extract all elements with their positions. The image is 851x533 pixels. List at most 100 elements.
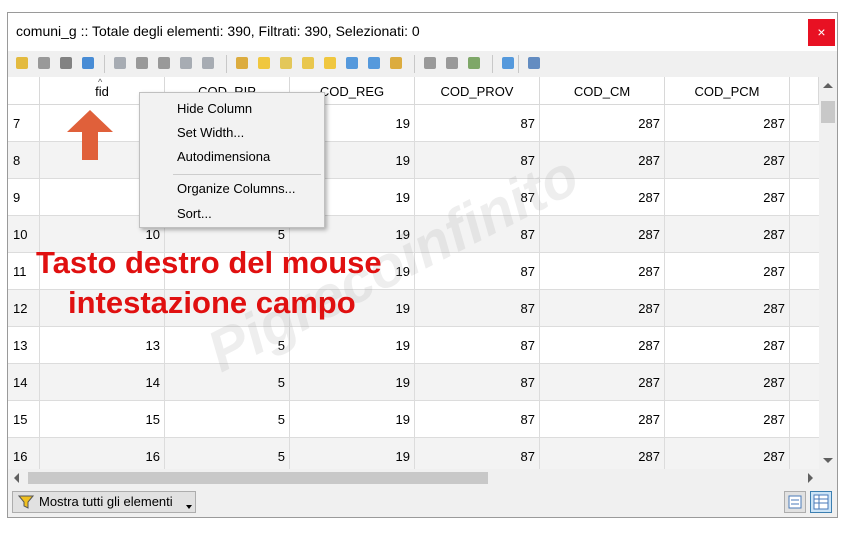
table-cell[interactable]: 87 (415, 327, 540, 363)
row-number[interactable]: 9 (8, 179, 40, 215)
conditional-format-icon[interactable] (500, 55, 516, 71)
toolbar-separator (518, 55, 519, 73)
table-cell[interactable]: 287 (665, 290, 790, 326)
new-field-icon[interactable] (422, 55, 438, 71)
table-cell[interactable]: 87 (415, 290, 540, 326)
menu-separator (173, 174, 321, 175)
table-cell[interactable]: 287 (665, 179, 790, 215)
table-cell[interactable]: 87 (415, 105, 540, 141)
toolbar-separator (492, 55, 493, 73)
toolbar-separator (414, 55, 415, 73)
reload-icon[interactable] (80, 55, 96, 71)
dock-icon[interactable] (526, 55, 542, 71)
close-button[interactable]: × (808, 19, 835, 46)
table-cell[interactable]: 287 (540, 290, 665, 326)
table-cell[interactable]: 19 (290, 364, 415, 400)
table-cell[interactable]: 287 (665, 142, 790, 178)
table-cell[interactable]: 5 (165, 438, 290, 469)
table-row[interactable]: 16 16 5 19 87 287 287 (8, 438, 819, 469)
table-cell[interactable]: 287 (665, 216, 790, 252)
row-number[interactable]: 7 (8, 105, 40, 141)
scroll-up-icon[interactable] (823, 83, 833, 88)
cut-icon[interactable] (156, 55, 172, 71)
row-number[interactable]: 8 (8, 142, 40, 178)
scroll-thumb[interactable] (821, 101, 835, 123)
table-cell[interactable]: 287 (540, 401, 665, 437)
table-cell[interactable]: 287 (540, 327, 665, 363)
menu-item-set-width[interactable]: Set Width... (177, 125, 244, 140)
table-cell[interactable]: 19 (290, 401, 415, 437)
pan-icon[interactable] (366, 55, 382, 71)
table-cell[interactable]: 287 (540, 216, 665, 252)
scroll-right-icon[interactable] (808, 473, 813, 483)
table-cell[interactable]: 87 (415, 401, 540, 437)
row-number[interactable]: 16 (8, 438, 40, 469)
toolbar (8, 51, 837, 77)
delete-field-icon[interactable] (444, 55, 460, 71)
table-row[interactable]: 14 14 5 19 87 287 287 (8, 364, 819, 401)
row-number[interactable]: 13 (8, 327, 40, 363)
column-header-cod-prov[interactable]: COD_PROV (415, 77, 540, 105)
table-row[interactable]: 15 15 5 19 87 287 287 (8, 401, 819, 438)
horizontal-scrollbar[interactable] (8, 469, 819, 487)
menu-item-hide-column[interactable]: Hide Column (177, 101, 252, 116)
table-cell[interactable]: 87 (415, 364, 540, 400)
table-cell[interactable]: 287 (540, 364, 665, 400)
form-view-button[interactable] (784, 491, 806, 513)
table-cell[interactable]: 16 (40, 438, 165, 469)
multi-edit-icon[interactable] (36, 55, 52, 71)
table-cell[interactable]: 14 (40, 364, 165, 400)
table-row[interactable]: 13 13 5 19 87 287 287 (8, 327, 819, 364)
table-row[interactable]: 9 19 87 287 287 (8, 179, 819, 216)
form-view-icon (788, 495, 802, 509)
show-features-button[interactable]: Mostra tutti gli elementi (12, 491, 196, 513)
toolbar-separator (226, 55, 227, 73)
row-number[interactable]: 12 (8, 290, 40, 326)
table-cell[interactable]: 287 (540, 438, 665, 469)
column-header-overflow[interactable] (790, 77, 819, 105)
invert-selection-icon[interactable] (278, 55, 294, 71)
paste-icon[interactable] (200, 55, 216, 71)
table-cell[interactable]: 287 (665, 401, 790, 437)
table-cell[interactable]: 287 (665, 327, 790, 363)
column-header-cod-cm[interactable]: COD_CM (540, 77, 665, 105)
table-row[interactable]: 7 19 87 287 287 (8, 105, 819, 142)
save-icon[interactable] (58, 55, 74, 71)
zoom-icon[interactable] (388, 55, 404, 71)
column-header-cod-pcm[interactable]: COD_PCM (665, 77, 790, 105)
table-cell[interactable]: 287 (665, 105, 790, 141)
select-all-icon[interactable] (256, 55, 272, 71)
pencil-icon[interactable] (14, 55, 30, 71)
menu-item-organize-columns[interactable]: Organize Columns... (177, 181, 296, 196)
scroll-down-icon[interactable] (823, 458, 833, 463)
scroll-left-icon[interactable] (14, 473, 19, 483)
table-cell[interactable]: 19 (290, 438, 415, 469)
move-top-icon[interactable] (344, 55, 360, 71)
table-view-button[interactable] (810, 491, 832, 513)
table-cell[interactable]: 287 (540, 253, 665, 289)
table-cell[interactable]: 13 (40, 327, 165, 363)
table-cell[interactable]: 287 (665, 364, 790, 400)
copy-icon[interactable] (178, 55, 194, 71)
field-calculator-icon[interactable] (466, 55, 482, 71)
table-cell[interactable]: 5 (165, 401, 290, 437)
row-number[interactable]: 15 (8, 401, 40, 437)
hscroll-thumb[interactable] (28, 472, 488, 484)
table-cell[interactable]: 15 (40, 401, 165, 437)
menu-item-autodimensiona[interactable]: Autodimensiona (177, 149, 270, 164)
table-cell[interactable]: 287 (540, 105, 665, 141)
filter-icon[interactable] (322, 55, 338, 71)
vertical-scrollbar[interactable] (819, 77, 837, 469)
table-cell[interactable]: 287 (665, 438, 790, 469)
corner-header[interactable] (8, 77, 40, 105)
deselect-icon[interactable] (300, 55, 316, 71)
row-number[interactable]: 14 (8, 364, 40, 400)
table-view-icon (813, 494, 829, 510)
add-feature-icon[interactable] (112, 55, 128, 71)
menu-item-sort[interactable]: Sort... (177, 206, 212, 221)
table-cell[interactable]: 87 (415, 438, 540, 469)
delete-icon[interactable] (134, 55, 150, 71)
table-cell[interactable]: 287 (665, 253, 790, 289)
expression-select-icon[interactable] (234, 55, 250, 71)
table-row[interactable]: 8 19 87 287 287 (8, 142, 819, 179)
